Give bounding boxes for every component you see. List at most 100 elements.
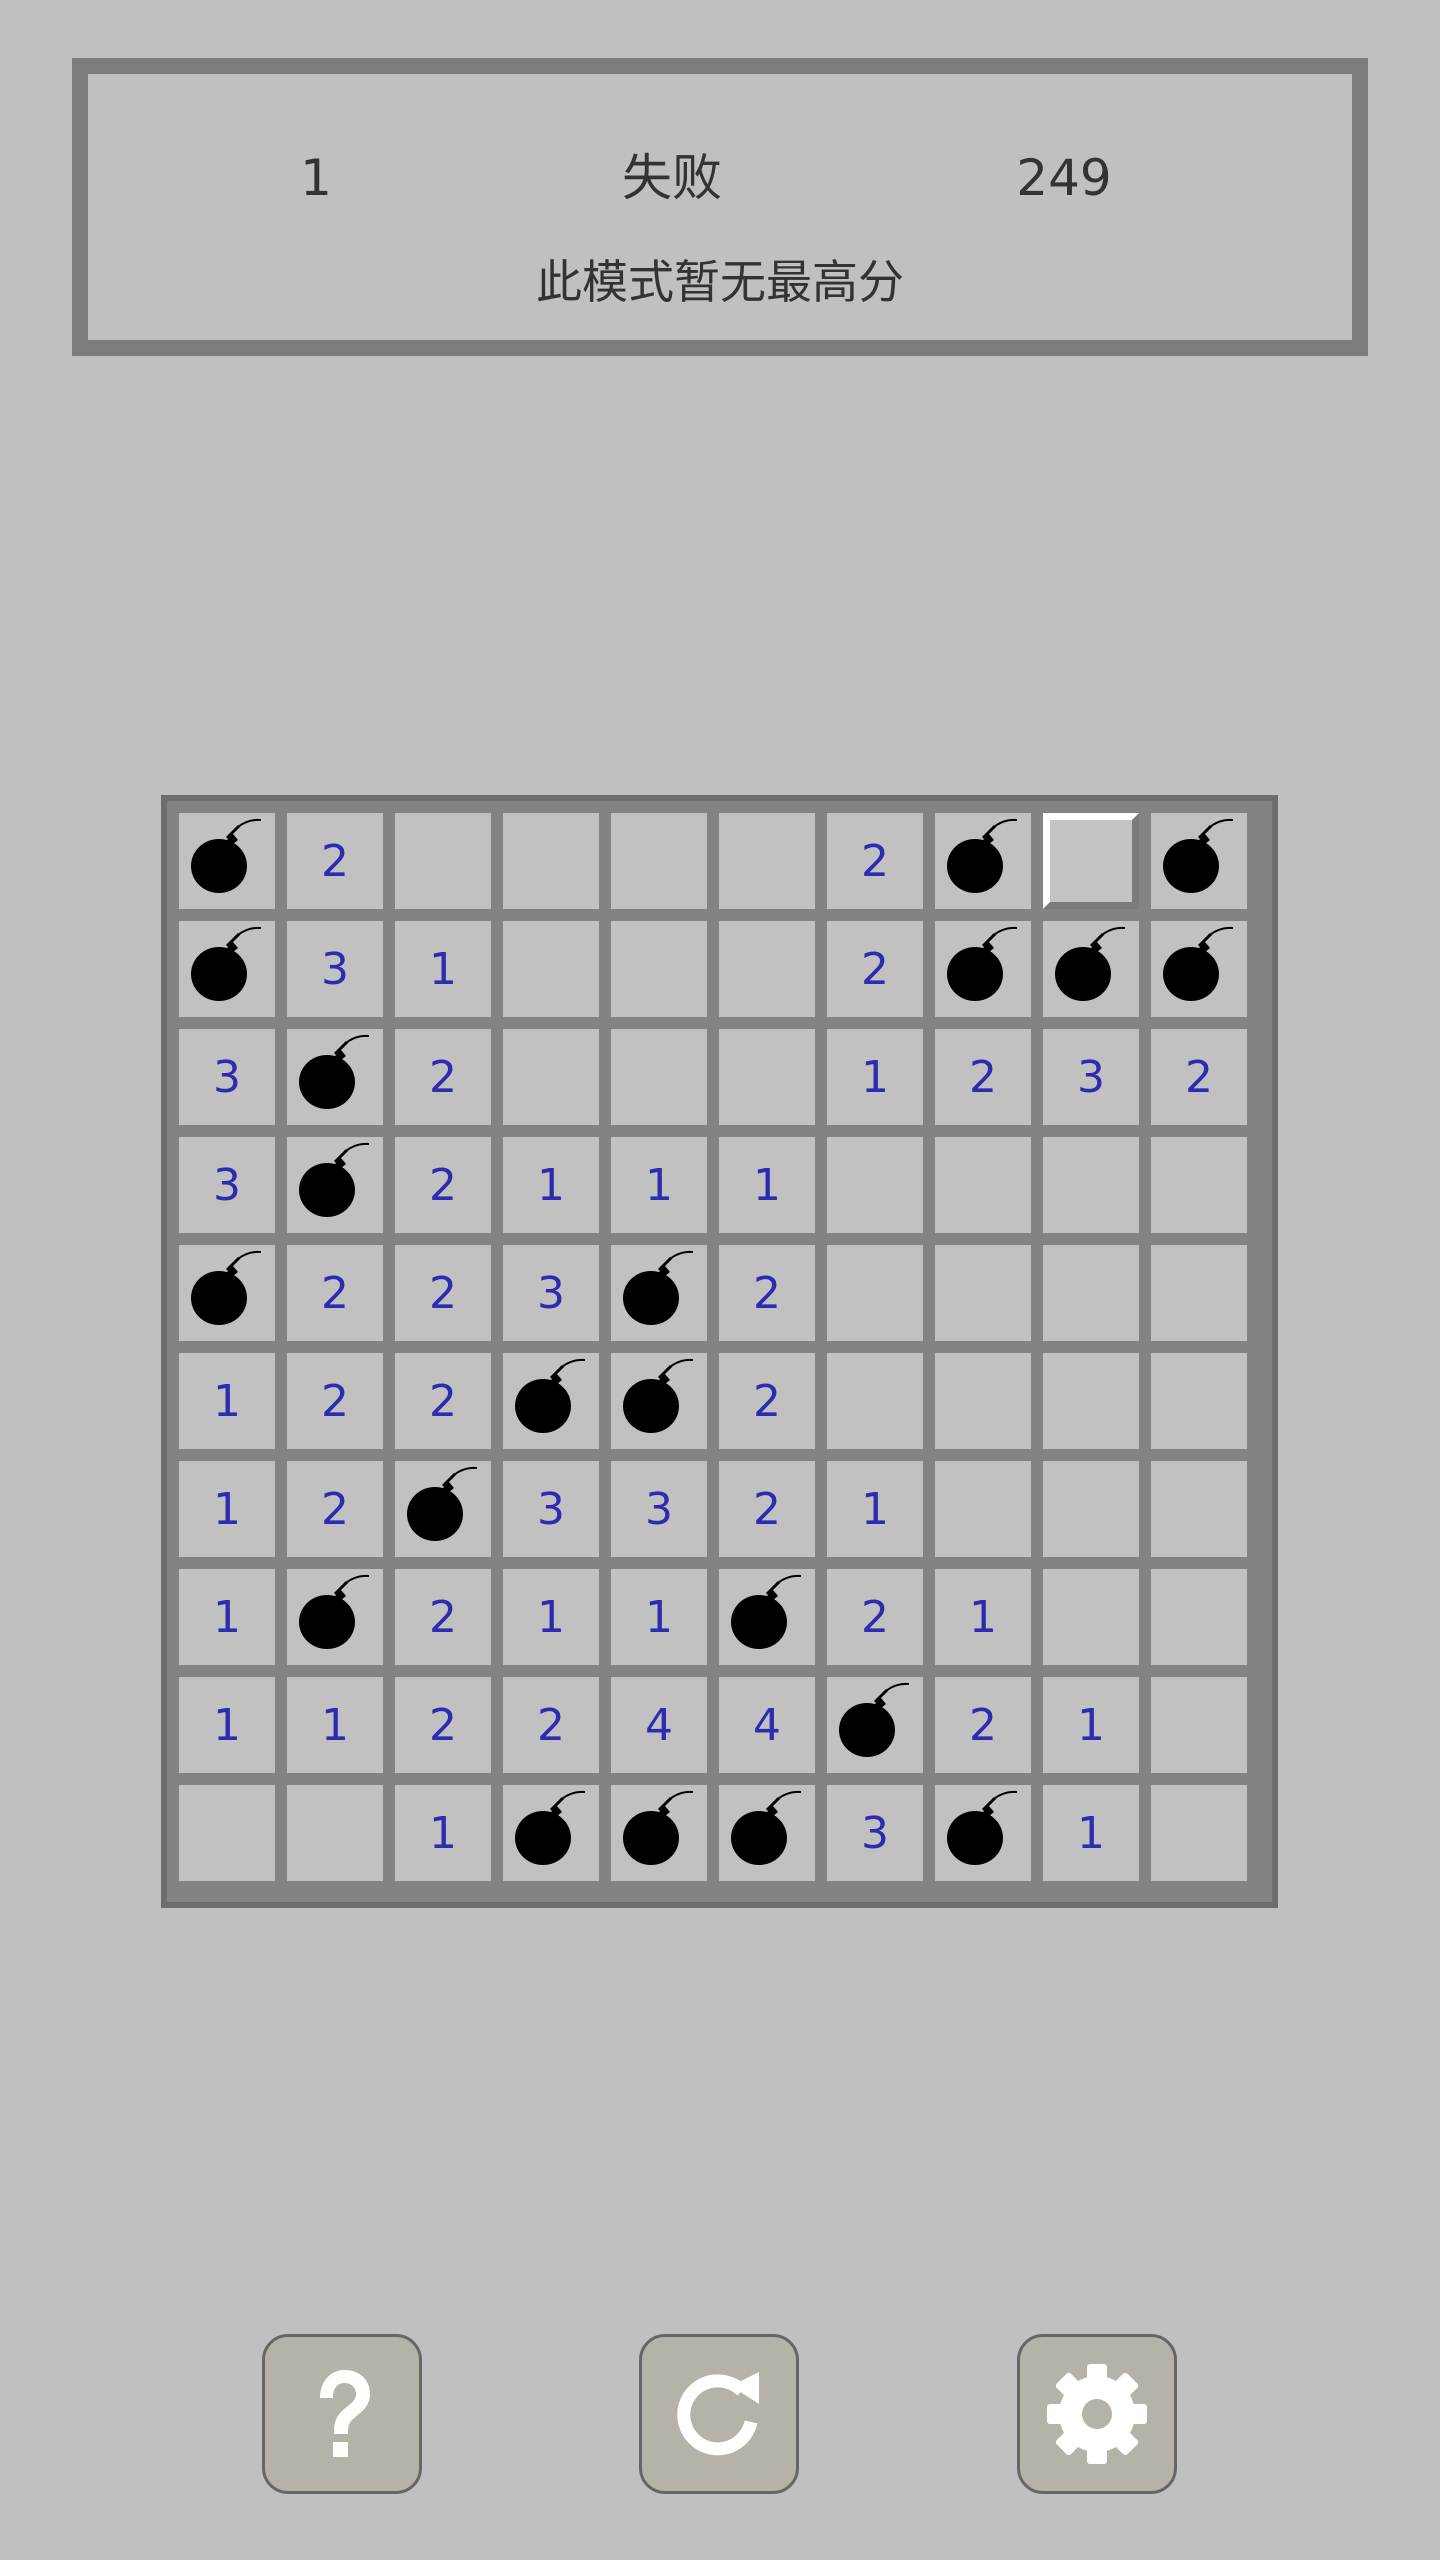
mine-cell[interactable] (503, 1785, 599, 1881)
number-cell[interactable]: 2 (395, 1137, 491, 1233)
number-cell[interactable]: 2 (719, 1461, 815, 1557)
number-cell[interactable]: 1 (179, 1569, 275, 1665)
number-cell[interactable]: 1 (179, 1677, 275, 1773)
number-cell[interactable]: 1 (611, 1137, 707, 1233)
empty-cell[interactable] (1151, 1677, 1247, 1773)
mine-cell[interactable] (611, 1785, 707, 1881)
empty-cell[interactable] (1151, 1245, 1247, 1341)
empty-cell[interactable] (827, 1353, 923, 1449)
mine-cell[interactable] (395, 1461, 491, 1557)
number-cell[interactable]: 1 (179, 1461, 275, 1557)
number-cell[interactable]: 2 (827, 1569, 923, 1665)
number-cell[interactable]: 2 (719, 1353, 815, 1449)
number-cell[interactable]: 1 (1043, 1785, 1139, 1881)
help-button[interactable] (262, 2334, 422, 2494)
empty-cell[interactable] (719, 1029, 815, 1125)
number-cell[interactable]: 2 (395, 1677, 491, 1773)
empty-cell[interactable] (1043, 1569, 1139, 1665)
number-cell[interactable]: 2 (287, 1461, 383, 1557)
number-cell[interactable]: 2 (827, 813, 923, 909)
number-cell[interactable]: 3 (179, 1137, 275, 1233)
mine-cell[interactable] (179, 1245, 275, 1341)
mine-cell[interactable] (935, 1785, 1031, 1881)
empty-cell[interactable] (935, 1353, 1031, 1449)
number-cell[interactable]: 1 (611, 1569, 707, 1665)
empty-cell[interactable] (503, 1029, 599, 1125)
number-cell[interactable]: 4 (611, 1677, 707, 1773)
number-cell[interactable]: 2 (287, 1353, 383, 1449)
mine-cell[interactable] (1151, 813, 1247, 909)
empty-cell[interactable] (1043, 1353, 1139, 1449)
empty-cell[interactable] (1151, 1137, 1247, 1233)
number-cell[interactable]: 2 (1151, 1029, 1247, 1125)
mine-cell[interactable] (719, 1785, 815, 1881)
number-cell[interactable]: 3 (179, 1029, 275, 1125)
number-cell[interactable]: 2 (719, 1245, 815, 1341)
empty-cell[interactable] (1151, 1461, 1247, 1557)
mine-cell[interactable] (179, 921, 275, 1017)
empty-cell[interactable] (935, 1137, 1031, 1233)
restart-button[interactable] (639, 2334, 799, 2494)
number-cell[interactable]: 1 (287, 1677, 383, 1773)
number-cell[interactable]: 2 (503, 1677, 599, 1773)
empty-cell[interactable] (179, 1785, 275, 1881)
mine-cell[interactable] (935, 921, 1031, 1017)
number-cell[interactable]: 1 (827, 1029, 923, 1125)
number-cell[interactable]: 1 (395, 1785, 491, 1881)
empty-cell[interactable] (611, 1029, 707, 1125)
number-cell[interactable]: 1 (503, 1137, 599, 1233)
number-cell[interactable]: 2 (287, 813, 383, 909)
mine-cell[interactable] (503, 1353, 599, 1449)
mine-cell[interactable] (611, 1353, 707, 1449)
mine-cell[interactable] (935, 813, 1031, 909)
mine-cell[interactable] (179, 813, 275, 909)
number-cell[interactable]: 3 (503, 1461, 599, 1557)
mine-cell[interactable] (287, 1137, 383, 1233)
empty-cell[interactable] (1043, 1137, 1139, 1233)
empty-cell[interactable] (827, 1245, 923, 1341)
number-cell[interactable]: 1 (935, 1569, 1031, 1665)
empty-cell[interactable] (1043, 1461, 1139, 1557)
mine-cell[interactable] (719, 1569, 815, 1665)
number-cell[interactable]: 1 (827, 1461, 923, 1557)
mine-cell[interactable] (827, 1677, 923, 1773)
number-cell[interactable]: 3 (1043, 1029, 1139, 1125)
empty-cell[interactable] (719, 921, 815, 1017)
number-cell[interactable]: 2 (935, 1029, 1031, 1125)
number-cell[interactable]: 1 (395, 921, 491, 1017)
empty-cell[interactable] (503, 813, 599, 909)
empty-cell[interactable] (1043, 1245, 1139, 1341)
mine-cell[interactable] (1043, 921, 1139, 1017)
number-cell[interactable]: 3 (827, 1785, 923, 1881)
number-cell[interactable]: 2 (395, 1029, 491, 1125)
number-cell[interactable]: 1 (1043, 1677, 1139, 1773)
number-cell[interactable]: 2 (395, 1569, 491, 1665)
number-cell[interactable]: 4 (719, 1677, 815, 1773)
empty-cell[interactable] (935, 1461, 1031, 1557)
empty-cell[interactable] (935, 1245, 1031, 1341)
empty-cell[interactable] (1151, 1785, 1247, 1881)
number-cell[interactable]: 3 (287, 921, 383, 1017)
empty-cell[interactable] (1151, 1569, 1247, 1665)
empty-cell[interactable] (503, 921, 599, 1017)
covered-cell[interactable] (1043, 813, 1139, 909)
mine-cell[interactable] (287, 1569, 383, 1665)
empty-cell[interactable] (287, 1785, 383, 1881)
number-cell[interactable]: 3 (503, 1245, 599, 1341)
empty-cell[interactable] (395, 813, 491, 909)
empty-cell[interactable] (827, 1137, 923, 1233)
number-cell[interactable]: 2 (287, 1245, 383, 1341)
number-cell[interactable]: 1 (179, 1353, 275, 1449)
number-cell[interactable]: 1 (719, 1137, 815, 1233)
number-cell[interactable]: 1 (503, 1569, 599, 1665)
number-cell[interactable]: 2 (395, 1353, 491, 1449)
number-cell[interactable]: 2 (395, 1245, 491, 1341)
number-cell[interactable]: 2 (935, 1677, 1031, 1773)
number-cell[interactable]: 2 (827, 921, 923, 1017)
empty-cell[interactable] (611, 921, 707, 1017)
number-cell[interactable]: 3 (611, 1461, 707, 1557)
settings-button[interactable] (1017, 2334, 1177, 2494)
empty-cell[interactable] (1151, 1353, 1247, 1449)
mine-cell[interactable] (611, 1245, 707, 1341)
empty-cell[interactable] (719, 813, 815, 909)
